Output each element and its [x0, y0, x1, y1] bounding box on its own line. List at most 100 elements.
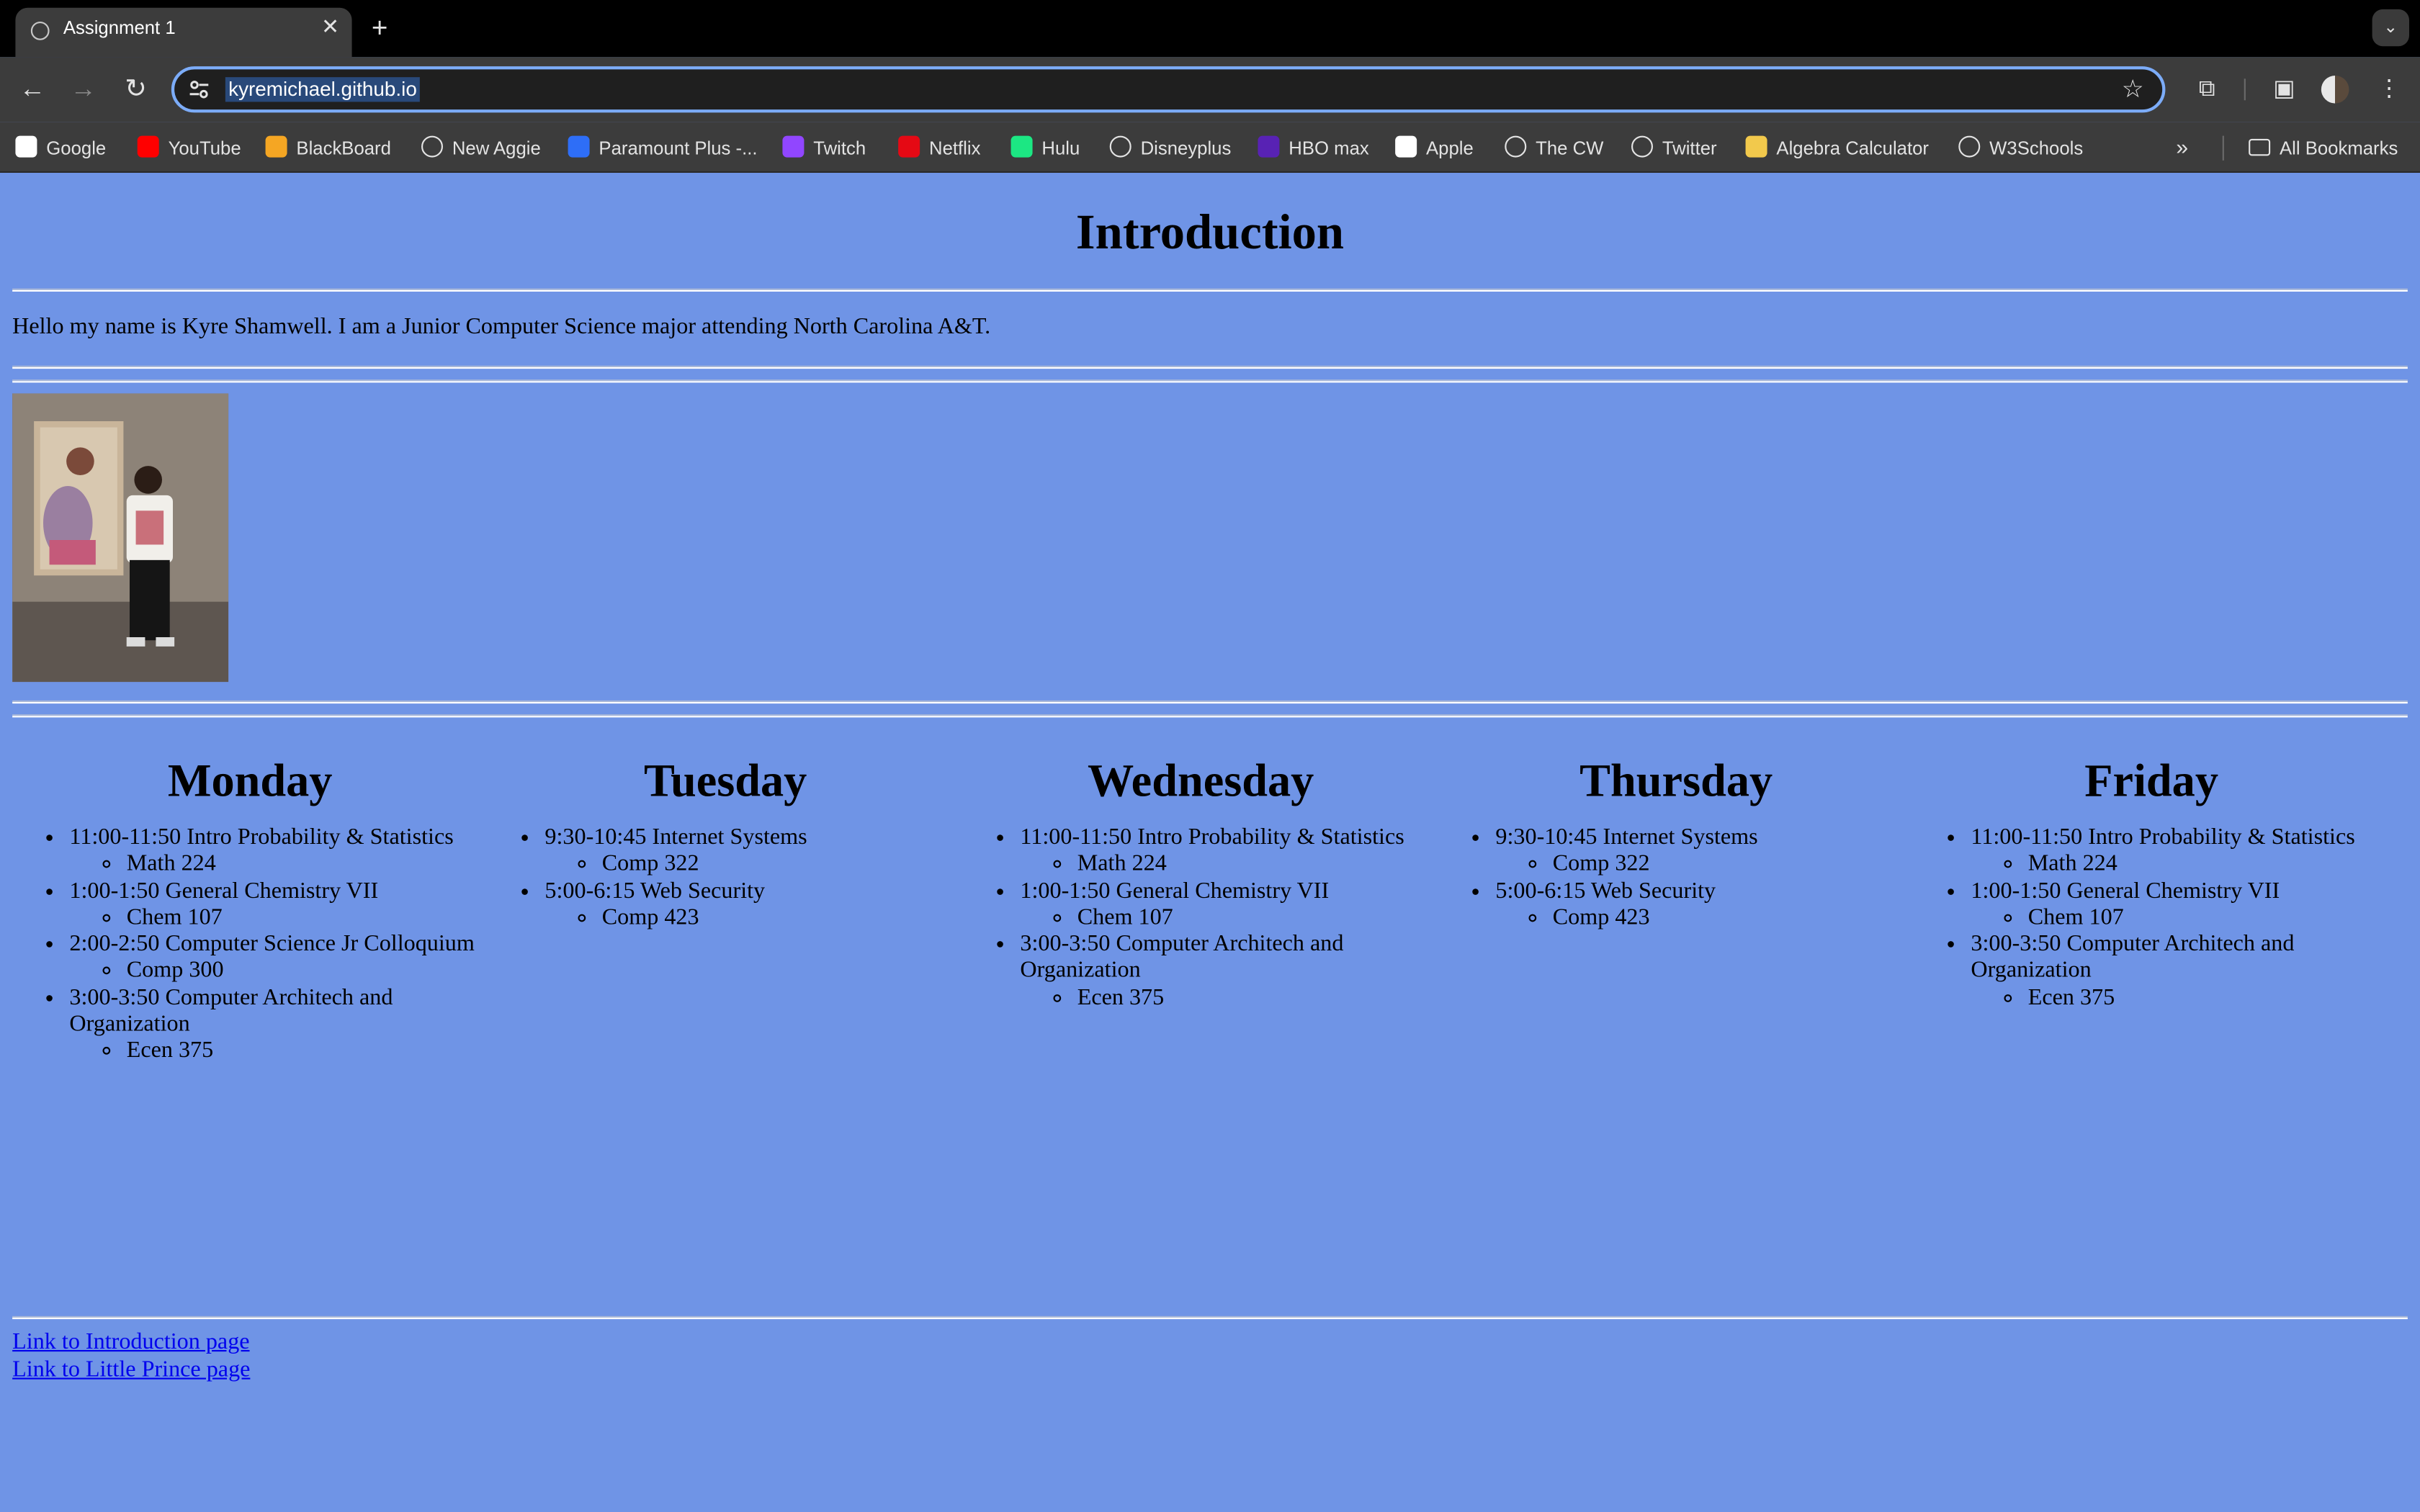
globe-icon [1631, 135, 1653, 158]
bookmark-label: New Aggie [452, 137, 541, 159]
bookmark-paramount-plus[interactable]: Paramount Plus -... [568, 134, 758, 162]
bookmark-algebra-calculator[interactable]: Algebra Calculator [1745, 134, 1929, 162]
day-heading: Friday [2084, 756, 2218, 807]
class-item: 9:30-10:45 Internet SystemsComp 322 [544, 825, 963, 878]
blackboard-icon [265, 135, 287, 158]
globe-icon [1958, 135, 1981, 158]
all-bookmarks-button[interactable]: All Bookmarks [2249, 134, 2398, 162]
footer-links: Link to Introduction page Link to Little … [12, 1330, 250, 1384]
day-column-friday: Friday 11:00-11:50 Intro Probability & St… [1914, 756, 2389, 1012]
site-settings-icon[interactable] [188, 78, 210, 100]
divider [12, 1315, 2408, 1320]
course-code: Chem 107 [1077, 906, 1438, 932]
day-heading: Thursday [1579, 756, 1773, 807]
tab-title: Assignment 1 [63, 17, 176, 39]
bookmark-label: HBO max [1289, 137, 1369, 159]
hbomax-icon [1258, 135, 1280, 158]
bookmark-label: Algebra Calculator [1776, 137, 1929, 159]
profile-photo [12, 393, 229, 683]
bookmark-label: Netflix [929, 137, 981, 159]
bookmark-apple[interactable]: Apple [1395, 134, 1474, 162]
hulu-icon [1010, 135, 1033, 158]
calculator-icon [1745, 135, 1767, 158]
apple-icon [1395, 135, 1417, 158]
class-item: 5:00-6:15 Web SecurityComp 423 [1495, 879, 1914, 932]
paramount-icon [568, 135, 590, 158]
little-prince-page-link[interactable]: Link to Little Prince page [12, 1357, 250, 1385]
class-time: 9:30-10:45 Internet Systems [1495, 825, 1758, 850]
more-bookmarks-icon[interactable]: » [2176, 134, 2188, 158]
bookmark-blackboard[interactable]: BlackBoard [265, 134, 391, 162]
bookmark-label: Disneyplus [1140, 137, 1232, 159]
bookmark-twitter[interactable]: Twitter [1631, 134, 1717, 162]
class-item: 5:00-6:15 Web SecurityComp 423 [544, 879, 963, 932]
reload-icon[interactable]: ↻ [119, 73, 153, 107]
more-menu-icon[interactable]: ⋮ [2374, 74, 2405, 105]
bookmark-label: Google [46, 137, 107, 159]
url-text[interactable]: kyremichael.github.io [225, 77, 421, 102]
intro-paragraph: Hello my name is Kyre Shamwell. I am a J… [12, 315, 991, 340]
day-column-monday: Monday 11:00-11:50 Intro Probability & St… [12, 756, 488, 1066]
bookmark-hulu[interactable]: Hulu [1010, 134, 1080, 162]
bookmark-disneyplus[interactable]: Disneyplus [1109, 134, 1232, 162]
bookmark-the-cw[interactable]: The CW [1505, 134, 1603, 162]
class-item: 3:00-3:50 Computer Architech and Organiz… [1020, 932, 1438, 1012]
new-tab-icon[interactable]: + [364, 12, 395, 43]
bookmark-hbo-max[interactable]: HBO max [1258, 134, 1369, 162]
day-column-thursday: Thursday 9:30-10:45 Internet SystemsComp … [1438, 756, 1914, 932]
class-time: 11:00-11:50 Intro Probability & Statisti… [69, 825, 454, 850]
class-list: 11:00-11:50 Intro Probability & Statisti… [12, 825, 488, 1066]
class-list: 11:00-11:50 Intro Probability & Statisti… [963, 825, 1438, 1012]
class-time: 1:00-1:50 General Chemistry VII [1020, 878, 1330, 904]
chevron-down-icon[interactable]: ⌄ [2372, 9, 2409, 47]
class-time: 2:00-2:50 Computer Science Jr Colloquium [69, 932, 475, 957]
browser-tab[interactable]: Assignment 1 ✕ [15, 7, 352, 58]
course-code: Comp 423 [602, 906, 963, 932]
divider [12, 379, 2408, 383]
course-code: Math 224 [127, 852, 488, 878]
class-item: 3:00-3:50 Computer Architech and Organiz… [1971, 932, 2389, 1012]
class-time: 3:00-3:50 Computer Architech and Organiz… [1020, 932, 1344, 984]
address-bar[interactable]: kyremichael.github.io ☆ [171, 66, 2166, 113]
bookmark-new-aggie[interactable]: New Aggie [421, 134, 541, 162]
introduction-page-link[interactable]: Link to Introduction page [12, 1330, 250, 1357]
divider [12, 714, 2408, 718]
class-time: 5:00-6:15 Web Security [1495, 878, 1716, 904]
bookmarks-bar: Google YouTube BlackBoard New Aggie Paramoun… [0, 122, 2420, 173]
forward-icon[interactable]: → [66, 73, 100, 107]
profile-avatar[interactable] [2321, 76, 2349, 104]
back-icon[interactable]: ← [15, 73, 49, 107]
day-heading: Wednesday [1087, 756, 1314, 807]
course-code: Chem 107 [127, 906, 488, 932]
globe-icon [421, 135, 443, 158]
course-code: Chem 107 [2028, 906, 2389, 932]
class-item: 11:00-11:50 Intro Probability & Statisti… [1971, 825, 2389, 878]
course-code: Comp 322 [602, 852, 963, 878]
extensions-icon[interactable]: ⧉ [2192, 74, 2223, 105]
bookmark-google[interactable]: Google [15, 134, 106, 162]
bookmark-label: Hulu [1041, 137, 1080, 159]
bookmark-youtube[interactable]: YouTube [137, 134, 241, 162]
bookmark-netflix[interactable]: Netflix [898, 134, 980, 162]
class-time: 1:00-1:50 General Chemistry VII [69, 878, 379, 904]
bookmark-w3schools[interactable]: W3Schools [1958, 134, 2083, 162]
folder-icon [2249, 138, 2271, 156]
class-item: 9:30-10:45 Internet SystemsComp 322 [1495, 825, 1914, 878]
page-title: Introduction [1075, 203, 1345, 259]
bookmark-label: BlackBoard [296, 137, 391, 159]
class-time: 11:00-11:50 Intro Probability & Statisti… [1020, 825, 1404, 850]
all-bookmarks-label: All Bookmarks [2280, 137, 2398, 159]
bookmarks-divider [2222, 135, 2224, 161]
side-panel-icon[interactable]: ▣ [2269, 74, 2300, 105]
globe-icon [30, 22, 50, 40]
divider [12, 288, 2408, 292]
bookmark-twitch[interactable]: Twitch [782, 134, 866, 162]
twitch-icon [782, 135, 805, 158]
course-code: Math 224 [2028, 852, 2389, 878]
class-list: 11:00-11:50 Intro Probability & Statisti… [1914, 825, 2389, 1012]
class-list: 9:30-10:45 Internet SystemsComp 3225:00-… [1438, 825, 1914, 932]
day-heading: Monday [167, 756, 333, 807]
bookmark-star-icon[interactable]: ☆ [2122, 76, 2144, 107]
close-tab-icon[interactable]: ✕ [318, 14, 342, 38]
youtube-icon [137, 135, 159, 158]
